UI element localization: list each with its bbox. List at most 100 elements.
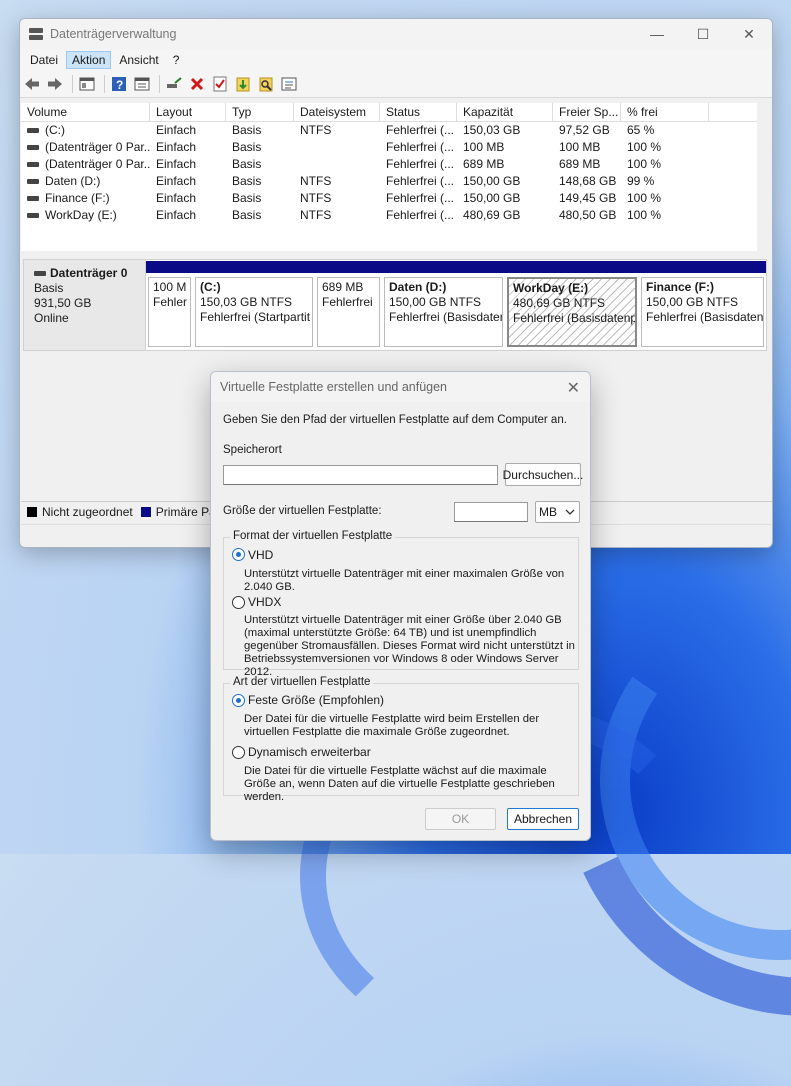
settings-list-icon[interactable] bbox=[279, 74, 299, 94]
location-label: Speicherort bbox=[223, 444, 282, 456]
chevron-down-icon bbox=[565, 509, 575, 515]
partition-recovery-100mb[interactable]: 100 M Fehler bbox=[146, 261, 193, 347]
dynamic-description: Die Datei für die virtuelle Festplatte w… bbox=[244, 765, 555, 803]
list-scrollbar[interactable] bbox=[757, 103, 771, 263]
partition-name: WorkDay (E:) bbox=[513, 281, 589, 295]
cancel-button[interactable]: Abbrechen bbox=[507, 808, 579, 830]
cell-free-space: 100 MB bbox=[559, 140, 601, 154]
partition-size: 150,03 GB NTFS bbox=[200, 295, 293, 309]
table-row[interactable]: WorkDay (E:) Einfach Basis NTFS Fehlerfrei (… bbox=[21, 207, 771, 224]
table-row[interactable]: Daten (D:) Einfach Basis NTFS Fehlerfrei (..… bbox=[21, 173, 771, 190]
menu-aktion[interactable]: Aktion bbox=[66, 51, 112, 69]
cell-filesystem: NTFS bbox=[300, 191, 332, 205]
partition-e[interactable]: WorkDay (E:) 480,69 GB NTFS Fehlerfrei (… bbox=[505, 261, 639, 347]
cell-capacity: 150,00 GB bbox=[463, 174, 521, 188]
cell-filesystem bbox=[294, 156, 380, 173]
maximize-button[interactable]: ☐ bbox=[680, 19, 726, 49]
vhd-label[interactable]: VHD bbox=[248, 548, 273, 562]
connect-disk-icon[interactable] bbox=[164, 74, 184, 94]
vhd-radio[interactable] bbox=[232, 548, 245, 561]
volume-icon bbox=[27, 145, 39, 150]
partition-c[interactable]: (C:) 150,03 GB NTFS Fehlerfrei (Startpar… bbox=[193, 261, 315, 347]
cell-free-space: 480,50 GB bbox=[559, 208, 617, 222]
partition-f[interactable]: Finance (F:) 150,00 GB NTFS Fehlerfrei (… bbox=[639, 261, 766, 347]
back-icon[interactable] bbox=[22, 74, 42, 94]
unit-select[interactable]: MB bbox=[535, 501, 580, 523]
partition-status: Fehler bbox=[153, 295, 188, 309]
disk-0-header[interactable]: Datenträger 0 Basis 931,50 GB Online bbox=[23, 259, 145, 351]
fixed-size-radio[interactable] bbox=[232, 694, 245, 707]
cell-capacity: 100 MB bbox=[463, 140, 505, 154]
cell-status: Fehlerfrei (... bbox=[386, 140, 455, 154]
browse-button[interactable]: Durchsuchen... bbox=[503, 463, 583, 486]
table-row[interactable]: Finance (F:) Einfach Basis NTFS Fehlerfrei (… bbox=[21, 190, 771, 207]
check-icon[interactable] bbox=[210, 74, 230, 94]
help-icon[interactable]: ? bbox=[109, 74, 129, 94]
cell-free-space: 97,52 GB bbox=[559, 123, 610, 137]
cell-status: Fehlerfrei (... bbox=[386, 191, 455, 205]
partition-size: 150,00 GB NTFS bbox=[646, 295, 739, 309]
cell-free-space: 149,45 GB bbox=[559, 191, 617, 205]
create-vhd-dialog: Virtuelle Festplatte erstellen und anfüg… bbox=[210, 371, 591, 841]
cell-type: Basis bbox=[232, 140, 262, 154]
volume-name: (C:) bbox=[45, 123, 65, 137]
volume-name: (Datenträger 0 Par... bbox=[45, 157, 150, 171]
vhdx-label[interactable]: VHDX bbox=[248, 595, 281, 609]
col-filesystem[interactable]: Dateisystem bbox=[294, 103, 380, 121]
cell-filesystem bbox=[294, 139, 380, 156]
col-layout[interactable]: Layout bbox=[150, 103, 226, 121]
properties-icon[interactable] bbox=[132, 74, 152, 94]
menu-ansicht[interactable]: Ansicht bbox=[113, 51, 164, 69]
col-type[interactable]: Typ bbox=[226, 103, 294, 121]
cell-type: Basis bbox=[232, 123, 262, 137]
volume-icon bbox=[27, 128, 39, 133]
partition-size: 689 MB bbox=[322, 280, 364, 294]
col-volume[interactable]: Volume bbox=[21, 103, 150, 121]
vhdx-radio[interactable] bbox=[232, 596, 245, 609]
cell-percent-free: 100 % bbox=[627, 208, 662, 222]
partition-name: Daten (D:) bbox=[389, 280, 447, 294]
partition-recovery-689mb[interactable]: 689 MB Fehlerfrei bbox=[315, 261, 382, 347]
toolbar: ? bbox=[20, 71, 772, 98]
dynamic-label[interactable]: Dynamisch erweiterbar bbox=[248, 745, 371, 759]
cell-volume: (Datenträger 0 Par... bbox=[21, 156, 150, 173]
cell-layout: Einfach bbox=[156, 208, 197, 222]
vhdx-description: Unterstützt virtuelle Datenträger mit ei… bbox=[244, 614, 575, 678]
disk-size: 931,50 GB bbox=[34, 296, 92, 310]
menu-datei[interactable]: Datei bbox=[24, 51, 64, 69]
cell-volume: Finance (F:) bbox=[21, 190, 150, 207]
close-button[interactable]: ✕ bbox=[726, 19, 772, 49]
col-status[interactable]: Status bbox=[380, 103, 457, 121]
col-percent-free[interactable]: % frei bbox=[621, 103, 709, 121]
col-capacity[interactable]: Kapazität bbox=[457, 103, 553, 121]
cell-percent-free: 100 % bbox=[627, 140, 662, 154]
cell-layout: Einfach bbox=[156, 157, 197, 171]
table-row[interactable]: (C:) Einfach Basis NTFS Fehlerfrei (... 150,0… bbox=[21, 122, 771, 139]
partition-name: Finance (F:) bbox=[646, 280, 714, 294]
table-row[interactable]: (Datenträger 0 Par... Einfach Basis Fehlerf… bbox=[21, 156, 771, 173]
dialog-intro: Geben Sie den Pfad der virtuellen Festpl… bbox=[223, 414, 567, 426]
volume-icon bbox=[27, 213, 39, 218]
minimize-button[interactable]: — bbox=[634, 19, 680, 49]
cell-percent-free: 100 % bbox=[627, 191, 662, 205]
fixed-size-label[interactable]: Feste Größe (Empfohlen) bbox=[248, 693, 384, 707]
menu-bar: Datei Aktion Ansicht ? bbox=[20, 49, 772, 71]
col-free-space[interactable]: Freier Sp... bbox=[553, 103, 621, 121]
console-tree-icon[interactable] bbox=[77, 74, 97, 94]
format-group-label: Format der virtuellen Festplatte bbox=[230, 530, 396, 542]
search-icon[interactable] bbox=[256, 74, 276, 94]
forward-icon[interactable] bbox=[45, 74, 65, 94]
dynamic-radio[interactable] bbox=[232, 746, 245, 759]
cell-volume: Daten (D:) bbox=[21, 173, 150, 190]
legend-primary: Primäre Pa bbox=[155, 505, 216, 519]
partition-status: Fehlerfrei (Basisdaten bbox=[646, 310, 764, 324]
close-icon[interactable]: ✕ bbox=[567, 378, 580, 398]
partition-d[interactable]: Daten (D:) 150,00 GB NTFS Fehlerfrei (Ba… bbox=[382, 261, 505, 347]
menu-help[interactable]: ? bbox=[167, 51, 186, 69]
table-row[interactable]: (Datenträger 0 Par... Einfach Basis Fehlerf… bbox=[21, 139, 771, 156]
location-input[interactable] bbox=[223, 465, 498, 485]
size-input[interactable] bbox=[454, 502, 528, 522]
ok-button[interactable]: OK bbox=[425, 808, 496, 830]
delete-icon[interactable] bbox=[187, 74, 207, 94]
import-icon[interactable] bbox=[233, 74, 253, 94]
